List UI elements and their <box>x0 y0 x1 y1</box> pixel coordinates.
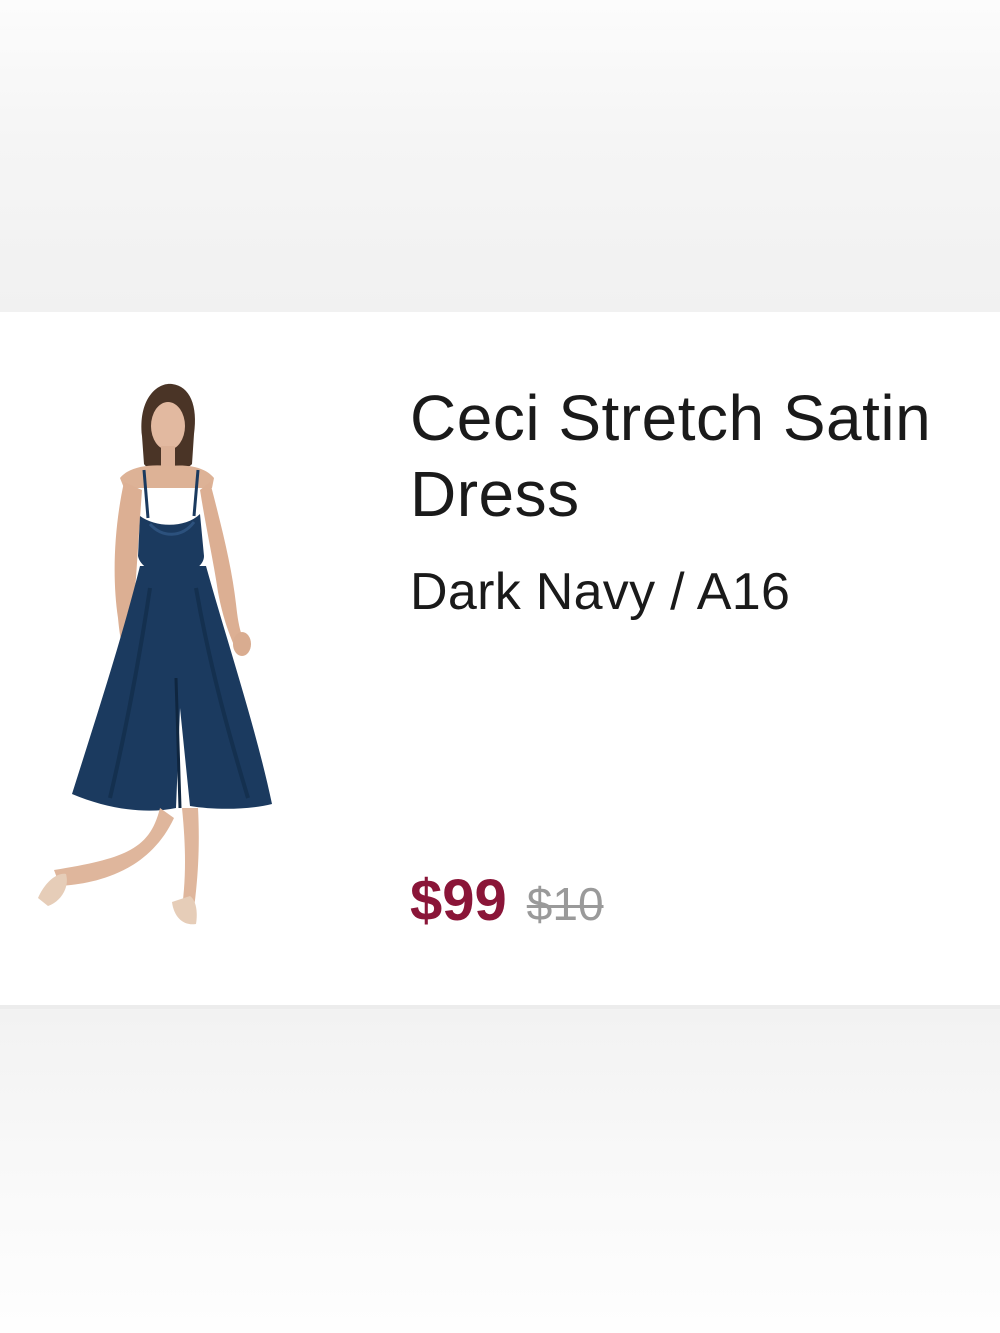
product-title[interactable]: Ceci Stretch Satin Dress <box>410 380 995 532</box>
product-variant: Dark Navy / A16 <box>410 563 791 621</box>
product-image[interactable] <box>0 378 342 938</box>
model-in-dress-illustration <box>38 383 272 925</box>
original-price: $10 <box>526 878 604 930</box>
bottom-fade-band <box>0 1009 1000 1333</box>
sale-price: $99 <box>410 868 507 933</box>
price-row: $99 $10 <box>410 866 604 939</box>
top-fade-band <box>0 0 1000 312</box>
